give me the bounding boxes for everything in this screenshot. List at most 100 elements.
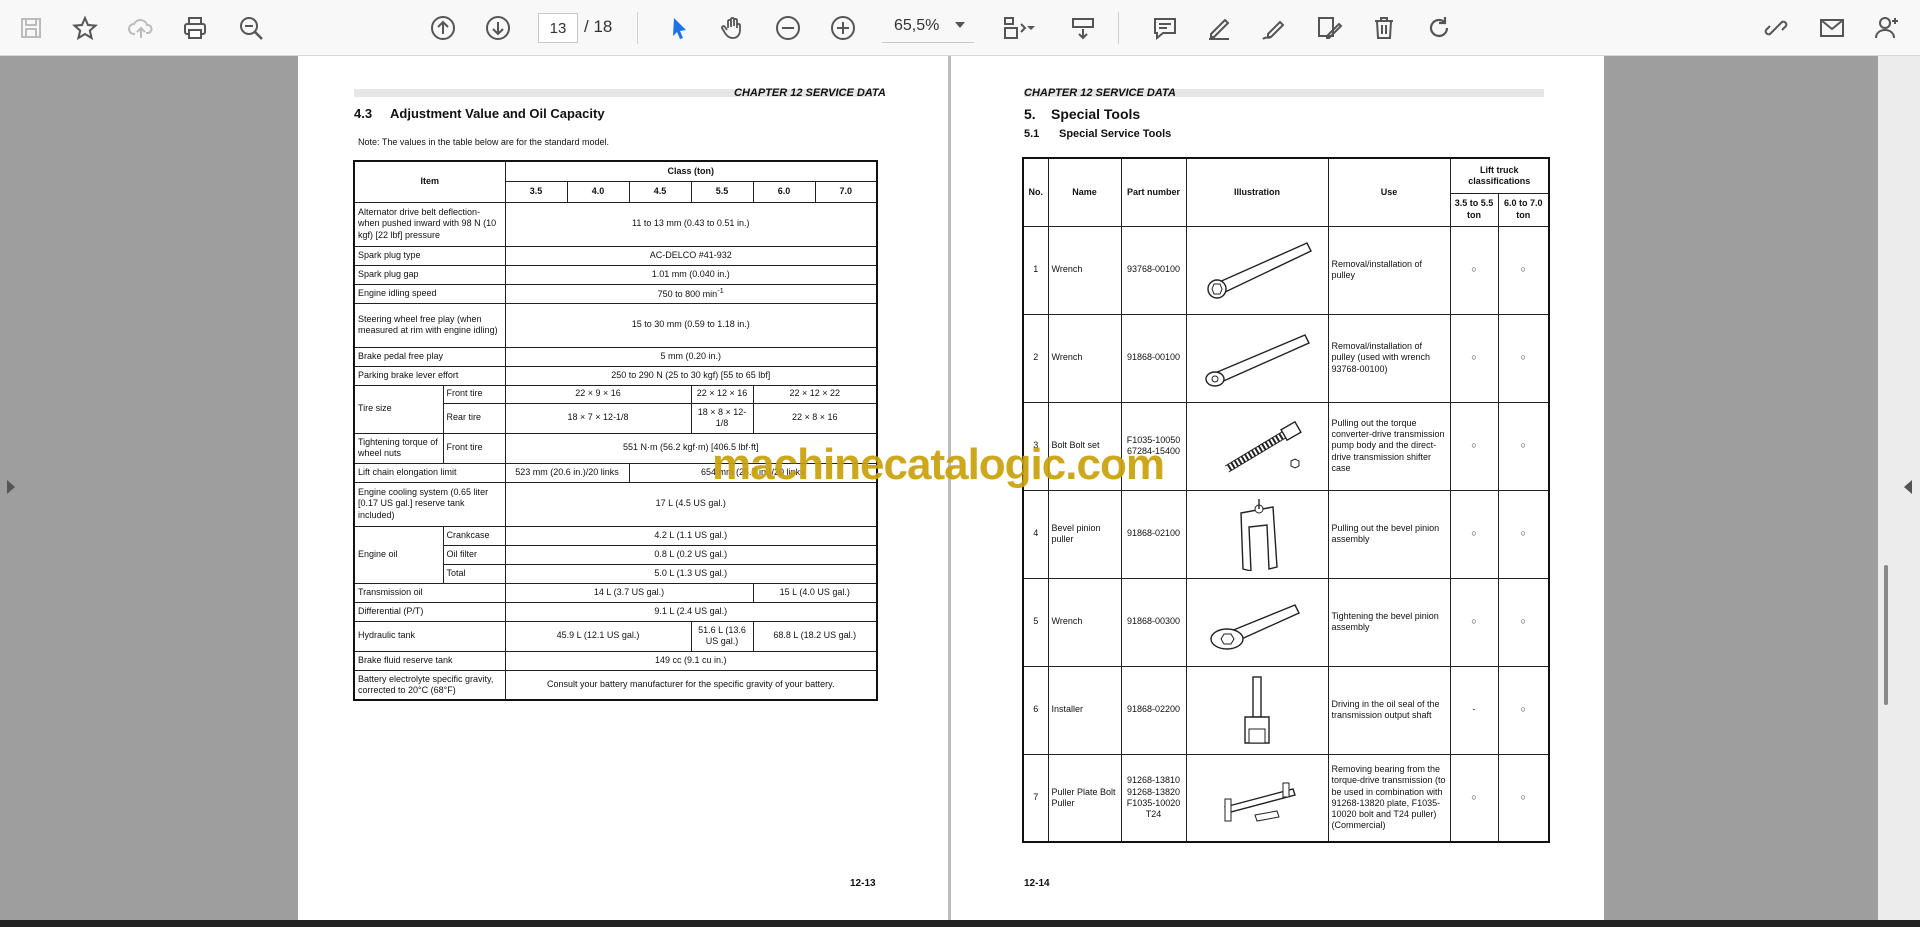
row-sublabel: Front tire [442, 384, 506, 404]
tool-use: Removal/installation of pulley [1327, 225, 1451, 315]
section-number: 4.3 [354, 106, 373, 121]
row-label: Transmission oil [353, 582, 506, 603]
tool-class-2: ○ [1497, 665, 1550, 755]
row-value: 22 × 8 × 16 [752, 402, 878, 434]
tool-no: 6 [1022, 665, 1049, 755]
tool-use: Removal/installation of pulley (used wit… [1327, 313, 1451, 403]
page-number-input[interactable] [538, 13, 578, 43]
tool-class-2: ○ [1497, 401, 1550, 491]
part-header: Part number [1120, 157, 1187, 227]
cloud-upload-icon[interactable] [124, 12, 158, 44]
toolbar-divider [1118, 12, 1119, 44]
mail-icon[interactable] [1815, 12, 1849, 44]
row-label: Brake fluid reserve tank [353, 650, 506, 671]
watermark: machinecatalogic.com [712, 440, 1165, 489]
highlight-pen-icon[interactable] [1202, 12, 1236, 44]
tool-illustration [1185, 225, 1329, 315]
class-cell: 4.0 [566, 180, 630, 203]
table-row: Spark plug gap 1.01 mm (0.040 in.) [353, 264, 878, 285]
print-icon[interactable] [178, 12, 212, 44]
section-title: Adjustment Value and Oil Capacity [390, 106, 605, 121]
row-label: Spark plug gap [353, 264, 506, 285]
row-value: 68.8 L (18.2 US gal.) [752, 620, 878, 652]
tool-part: 91868-02200 [1120, 665, 1187, 755]
class-header: Class (ton) [504, 160, 878, 182]
tool-illustration [1185, 665, 1329, 755]
tool-name: Installer [1047, 665, 1122, 755]
delete-icon[interactable] [1367, 12, 1401, 44]
row-sublabel: Total [442, 563, 506, 584]
chevron-down-icon[interactable] [955, 22, 965, 28]
class-6-0-header: 6.0 to 7.0 ton [1497, 192, 1550, 227]
tool-class-1: ○ [1449, 225, 1499, 315]
scroll-mode-icon[interactable] [1066, 12, 1100, 44]
zoom-in-icon[interactable] [826, 12, 860, 44]
zoom-search-icon[interactable] [234, 12, 268, 44]
table-row: Transmission oil 14 L (3.7 US gal.) 15 L… [353, 582, 878, 603]
select-cursor-icon[interactable] [662, 12, 696, 44]
tool-part: 91868-02100 [1120, 489, 1187, 579]
toolbar: / 18 65,5% [0, 0, 1920, 56]
row-sublabel: Crankcase [442, 525, 506, 546]
item-header: Item [353, 160, 506, 203]
row-value: 18 × 8 × 12-1/8 [690, 402, 754, 434]
tool-part: 91268-13810 91268-13820 F1035-10020 T24 [1120, 753, 1187, 843]
row-label: Brake pedal free play [353, 346, 506, 367]
table-note: Note: The values in the table below are … [358, 137, 609, 147]
zoom-out-icon[interactable] [771, 12, 805, 44]
scrollbar-thumb[interactable] [1884, 565, 1888, 705]
row-value: 15 L (4.0 US gal.) [752, 582, 878, 603]
tool-class-1: ○ [1449, 577, 1499, 667]
tool-name: Wrench [1047, 225, 1122, 315]
next-page-icon[interactable] [481, 12, 515, 44]
row-value: 5 mm (0.20 in.) [504, 346, 878, 367]
edit-text-icon[interactable] [1312, 12, 1346, 44]
draw-icon[interactable] [1257, 12, 1291, 44]
name-header: Name [1047, 157, 1122, 227]
class-3-5-header: 3.5 to 5.5 ton [1449, 192, 1499, 227]
tool-name: Puller Plate Bolt Puller [1047, 753, 1122, 843]
chapter-title: CHAPTER 12 SERVICE DATA [1024, 87, 1176, 99]
tool-use: Pulling out the bevel pinion assembly [1327, 489, 1451, 579]
tool-name: Wrench [1047, 313, 1122, 403]
chevron-down-icon[interactable] [1024, 12, 1038, 44]
scrollbar[interactable] [1878, 56, 1920, 921]
row-value: 22 × 12 × 22 [752, 384, 878, 404]
class-cell: 6.0 [752, 180, 816, 203]
link-icon[interactable] [1759, 12, 1793, 44]
table-row: Battery electrolyte specific gravity, co… [353, 669, 878, 701]
row-value: 750 to 800 min-1 [504, 283, 878, 304]
row-label: Engine oil [353, 525, 444, 584]
installer-illustration [1244, 676, 1270, 744]
tool-part: 91868-00300 [1120, 577, 1187, 667]
tool-illustration [1185, 577, 1329, 667]
tool-no: 1 [1022, 225, 1049, 315]
hand-tool-icon[interactable] [716, 12, 750, 44]
save-icon[interactable] [14, 12, 48, 44]
redo-icon[interactable] [1422, 12, 1456, 44]
idle-unit-sup: -1 [717, 286, 724, 296]
tool-class-1: ○ [1449, 313, 1499, 403]
zoom-level-select[interactable]: 65,5% [882, 13, 974, 43]
tool-illustration [1185, 753, 1329, 843]
class-cell: 3.5 [504, 180, 568, 203]
no-header: No. [1022, 157, 1049, 227]
row-sublabel: Front tire [442, 432, 506, 464]
illustration-header: Illustration [1185, 157, 1329, 227]
page-total: / 18 [584, 17, 613, 36]
tool-part: 91868-00100 [1120, 313, 1187, 403]
tool-row: 6 Installer 91868-02200 Driving in the o… [1022, 665, 1550, 755]
row-value: AC-DELCO #41-932 [504, 245, 878, 266]
tool-class-2: ○ [1497, 313, 1550, 403]
expand-left-panel-icon[interactable] [7, 480, 15, 494]
page-number: 12-14 [1024, 878, 1050, 889]
expand-right-panel-icon[interactable] [1904, 480, 1912, 494]
add-user-icon[interactable] [1870, 12, 1904, 44]
prev-page-icon[interactable] [426, 12, 460, 44]
table-row: Engine oil Crankcase 4.2 L (1.1 US gal.) [353, 525, 878, 584]
comment-icon[interactable] [1148, 12, 1182, 44]
row-value: 45.9 L (12.1 US gal.) [504, 620, 692, 652]
row-label: Engine idling speed [353, 283, 506, 304]
tool-class-1: ○ [1449, 753, 1499, 843]
star-icon[interactable] [68, 12, 102, 44]
